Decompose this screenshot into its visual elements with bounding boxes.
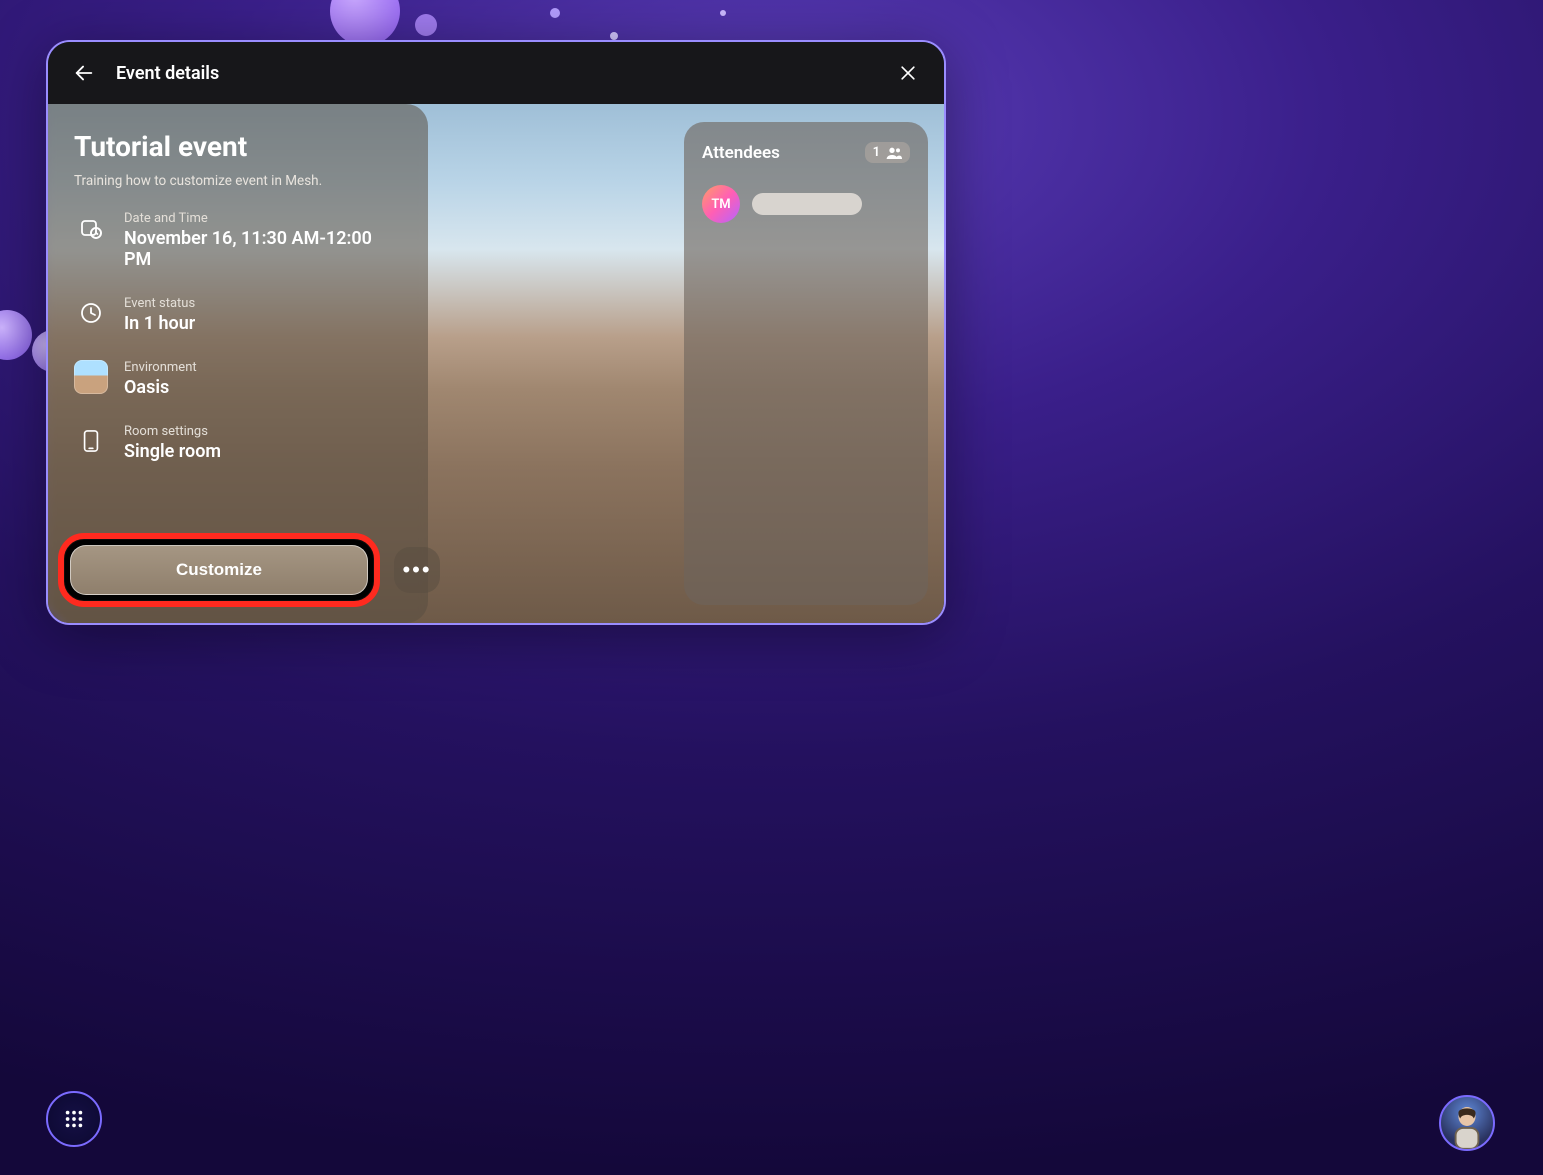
decor-planet (610, 32, 618, 40)
decor-planet (720, 10, 726, 16)
panel-actions: Customize ••• (58, 533, 440, 607)
event-info-panel: Tutorial event Training how to customize… (48, 104, 428, 623)
info-row-environment: Environment Oasis (74, 360, 402, 398)
modal-body: Tutorial event Training how to customize… (48, 104, 944, 623)
attendee-initials: TM (711, 197, 730, 212)
room-label: Room settings (124, 424, 221, 439)
avatar-icon (1448, 1103, 1486, 1149)
attendees-panel: Attendees 1 TM (684, 122, 928, 605)
people-icon (886, 146, 902, 160)
room-value: Single room (124, 441, 221, 462)
status-label: Event status (124, 296, 195, 311)
close-button[interactable] (894, 59, 922, 87)
close-icon (898, 63, 918, 83)
modal-title: Event details (116, 63, 219, 84)
tutorial-highlight: Customize (58, 533, 380, 607)
status-value: In 1 hour (124, 313, 195, 334)
info-row-room: Room settings Single room (74, 424, 402, 462)
attendees-count-pill: 1 (865, 142, 910, 163)
attendee-avatar: TM (702, 185, 740, 223)
datetime-value: November 16, 11:30 AM-12:00 PM (124, 228, 402, 270)
attendee-row[interactable]: TM (702, 185, 910, 223)
event-details-modal: Event details Tutorial event Training ho… (46, 40, 946, 625)
more-options-button[interactable]: ••• (394, 547, 440, 593)
modal-header: Event details (48, 42, 944, 104)
back-button[interactable] (70, 59, 98, 87)
event-subtitle: Training how to customize event in Mesh. (74, 173, 402, 189)
attendees-heading: Attendees (702, 143, 780, 163)
arrow-left-icon (73, 62, 95, 84)
decor-planet (0, 310, 32, 360)
customize-button[interactable]: Customize (70, 545, 368, 595)
decor-planet (415, 14, 437, 36)
environment-label: Environment (124, 360, 197, 375)
attendees-header: Attendees 1 (702, 142, 910, 163)
calendar-clock-icon (74, 211, 108, 245)
tablet-icon (74, 424, 108, 458)
info-row-datetime: Date and Time November 16, 11:30 AM-12:0… (74, 211, 402, 270)
clock-icon (74, 296, 108, 330)
grid-dots-icon (63, 1108, 85, 1130)
app-menu-button[interactable] (46, 1091, 102, 1147)
environment-thumbnail (74, 360, 108, 394)
decor-planet (550, 8, 560, 18)
datetime-label: Date and Time (124, 211, 402, 226)
attendee-name-redacted (752, 193, 862, 215)
attendees-count: 1 (873, 145, 880, 160)
environment-value: Oasis (124, 377, 197, 398)
event-title: Tutorial event (74, 130, 402, 163)
info-row-status: Event status In 1 hour (74, 296, 402, 334)
profile-avatar-button[interactable] (1439, 1095, 1495, 1151)
ellipsis-icon: ••• (402, 557, 431, 583)
